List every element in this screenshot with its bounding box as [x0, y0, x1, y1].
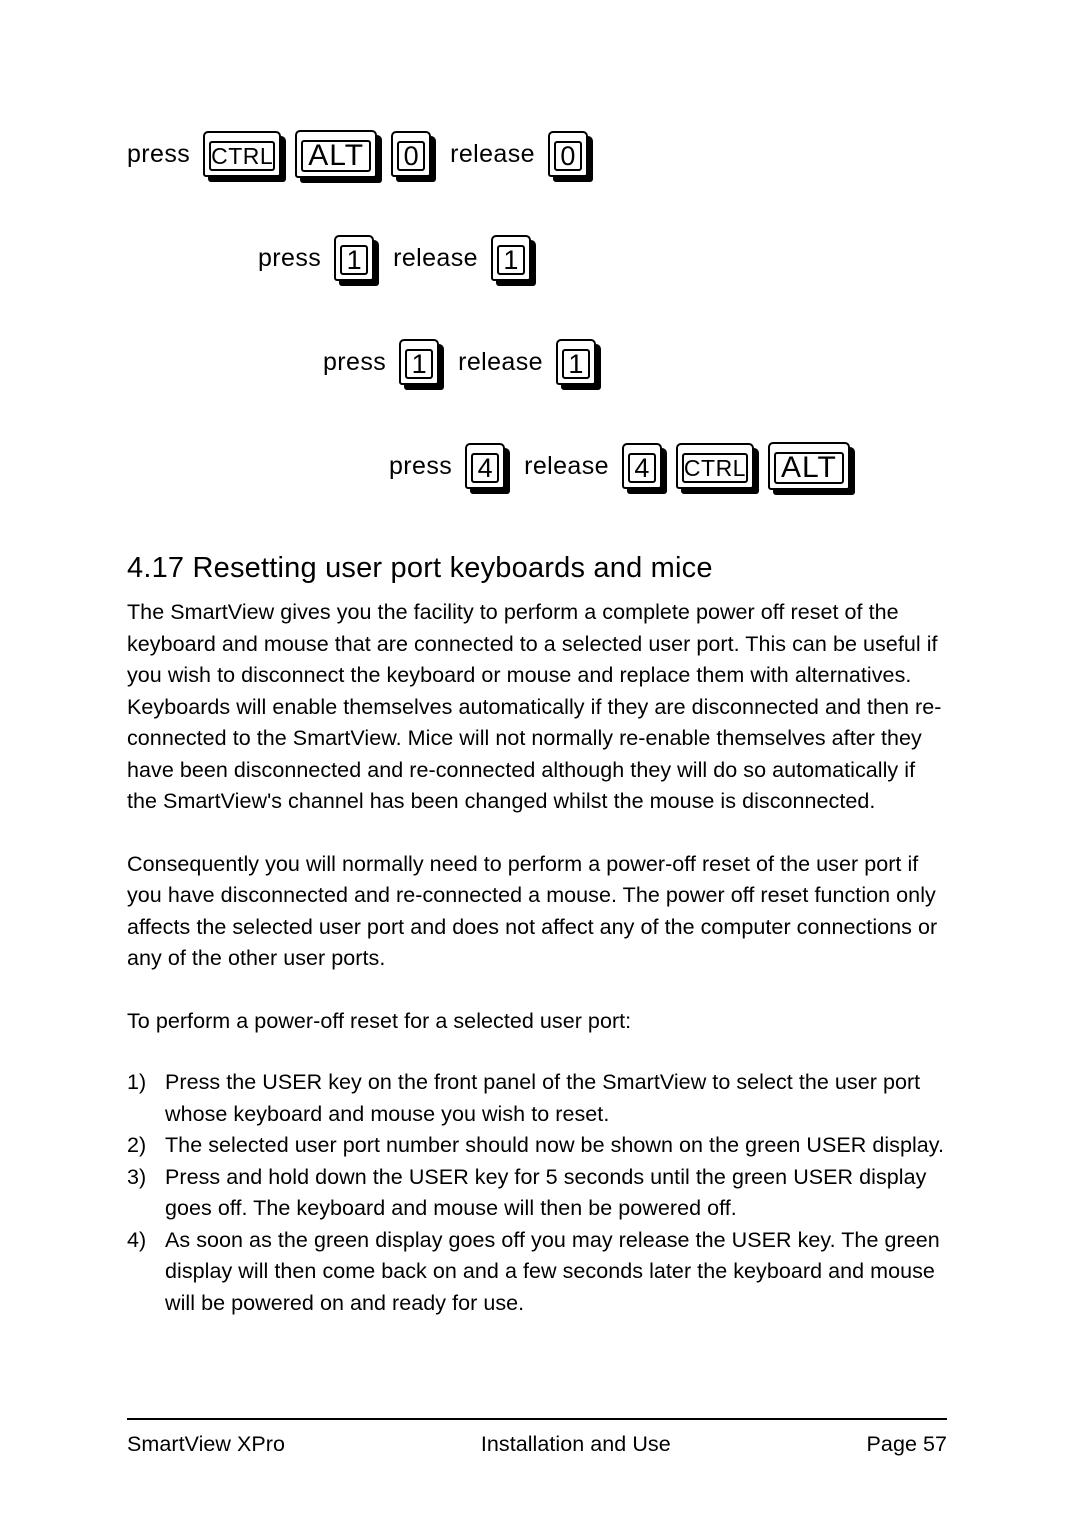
key-sequence-action-label: release	[524, 451, 609, 480]
step-marker: 4)	[127, 1227, 147, 1252]
key-sequence-action-label: press	[258, 243, 322, 272]
keycap-label: 0	[553, 141, 582, 171]
keycap-1: 1	[490, 235, 531, 281]
procedure-step: 4) As soon as the green display goes off …	[127, 1225, 945, 1320]
footer-product-name: SmartView XPro	[127, 1432, 286, 1456]
keycap-label: 1	[340, 245, 369, 275]
key-sequence-row: press CTRL ALT 0 release 0	[0, 128, 1080, 180]
step-marker: 3)	[127, 1164, 147, 1189]
keycap-label: CTRL	[681, 453, 748, 483]
keycap-label: 4	[627, 453, 656, 483]
body-content: The SmartView gives you the facility to …	[127, 597, 945, 1319]
page-footer: SmartView XPro Installation and Use Page…	[127, 1418, 947, 1457]
keycap-label: ALT	[301, 140, 372, 172]
step-text: As soon as the green display goes off yo…	[165, 1227, 940, 1315]
paragraph-intro: The SmartView gives you the facility to …	[127, 600, 942, 813]
keycap-4: 4	[465, 443, 506, 489]
keycap-alt: ALT	[767, 442, 850, 490]
key-sequence-row: press 1 release 1	[0, 336, 1080, 388]
step-marker: 2)	[127, 1133, 147, 1157]
step-marker: 1)	[127, 1070, 147, 1094]
key-sequence-action-label: press	[323, 347, 387, 376]
keycap-0: 0	[391, 131, 432, 177]
keycap-ctrl: CTRL	[203, 131, 282, 177]
key-sequence-action-label: release	[450, 139, 535, 168]
keycap-label: 1	[405, 349, 434, 379]
procedure-step: 3) Press and hold down the USER key for 5…	[127, 1162, 945, 1225]
keycap-label: 1	[561, 349, 590, 379]
document-page: press CTRL ALT 0 release 0 press 1 release 1 press…	[0, 0, 1080, 1528]
step-text: Press and hold down the USER key for 5 s…	[165, 1164, 927, 1221]
footer-document-title: Installation and Use	[480, 1432, 671, 1456]
key-sequence-action-label: press	[389, 451, 453, 480]
keycap-label: 0	[397, 141, 426, 171]
paragraph-lead-in: To perform a power-off reset for a selec…	[127, 1008, 632, 1033]
keycap-label: ALT	[773, 452, 844, 484]
footer-columns: SmartView XPro Installation and Use Page…	[127, 1432, 947, 1457]
keycap-ctrl: CTRL	[675, 443, 754, 489]
step-text: Press the USER key on the front panel of…	[165, 1070, 921, 1126]
keycap-1: 1	[555, 339, 596, 385]
procedure-step-list: 1) Press the USER key on the front panel …	[127, 1067, 945, 1319]
key-sequence-diagram: press CTRL ALT 0 release 0 press 1 release 1 press…	[0, 128, 1080, 544]
keycap-label: 1	[496, 245, 525, 275]
key-sequence-row: press 1 release 1	[0, 232, 1080, 284]
key-sequence-action-label: release	[393, 243, 478, 272]
keycap-4: 4	[621, 443, 662, 489]
step-text: The selected user port number should now…	[165, 1133, 945, 1157]
procedure-step: 2) The selected user port number should n…	[127, 1130, 945, 1162]
keycap-1: 1	[399, 339, 440, 385]
footer-divider	[127, 1418, 947, 1420]
keycap-alt: ALT	[295, 130, 378, 178]
keycap-1: 1	[334, 235, 375, 281]
keycap-0: 0	[547, 131, 588, 177]
procedure-step: 1) Press the USER key on the front panel …	[127, 1067, 945, 1130]
key-sequence-action-label: release	[458, 347, 543, 376]
paragraph-consequently: Consequently you will normally need to p…	[127, 851, 938, 971]
keycap-label: CTRL	[209, 141, 276, 171]
key-sequence-action-label: press	[127, 139, 191, 168]
footer-page-number: Page 57	[866, 1432, 947, 1456]
key-sequence-row: press 4 release 4 CTRL ALT	[0, 440, 1080, 492]
section-heading: 4.17 Resetting user port keyboards and m…	[127, 552, 713, 585]
keycap-label: 4	[471, 453, 500, 483]
